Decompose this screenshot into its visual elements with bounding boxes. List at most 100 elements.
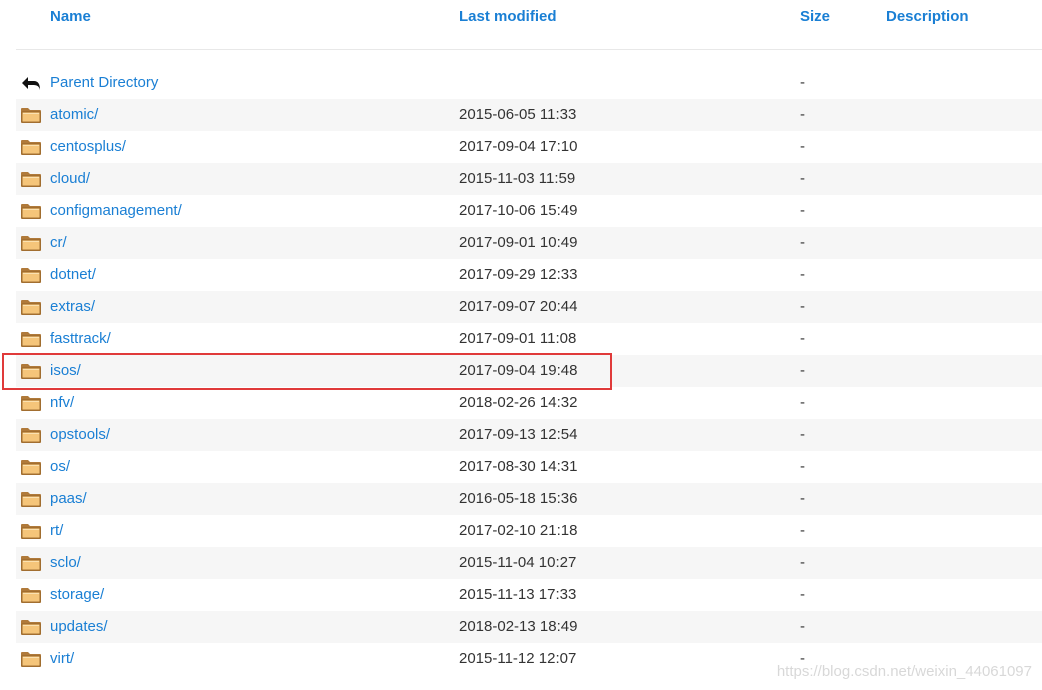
folder-icon — [20, 650, 42, 668]
folder-icon — [20, 266, 42, 284]
sort-by-description-link[interactable]: Description — [886, 8, 969, 26]
folder-icon — [20, 522, 42, 540]
table-row: cloud/2015-11-03 11:59 - — [16, 163, 1042, 195]
entry-name-link[interactable]: isos/ — [50, 362, 81, 380]
table-row: storage/2015-11-13 17:33 - — [16, 579, 1042, 611]
entry-name-link[interactable]: atomic/ — [50, 106, 98, 124]
table-row: dotnet/2017-09-29 12:33 - — [16, 259, 1042, 291]
table-row: rt/2017-02-10 21:18 - — [16, 515, 1042, 547]
entry-last-modified: 2015-11-13 17:33 — [459, 586, 577, 603]
entry-last-modified: 2015-06-05 11:33 — [459, 106, 577, 123]
entry-name-link[interactable]: paas/ — [50, 490, 87, 508]
entry-name-link[interactable]: storage/ — [50, 586, 104, 604]
entry-name-link[interactable]: os/ — [50, 458, 70, 476]
entry-size: - — [800, 554, 805, 571]
entry-name-link[interactable]: opstools/ — [50, 426, 110, 444]
entry-size: - — [800, 202, 805, 219]
directory-table: Parent Directory - atomic/2015-06-05 11:33… — [16, 67, 1042, 675]
entry-last-modified: 2017-09-04 19:48 — [459, 362, 578, 379]
table-row: configmanagement/2017-10-06 15:49 - — [16, 195, 1042, 227]
entry-last-modified: 2017-09-29 12:33 — [459, 266, 578, 283]
sort-by-name-link[interactable]: Name — [50, 8, 91, 26]
table-row: nfv/2018-02-26 14:32 - — [16, 387, 1042, 419]
entry-last-modified: 2017-09-01 10:49 — [459, 234, 578, 251]
entry-size: - — [800, 170, 805, 187]
entry-last-modified: 2017-09-07 20:44 — [459, 298, 578, 315]
table-row: atomic/2015-06-05 11:33 - — [16, 99, 1042, 131]
entry-last-modified: 2015-11-04 10:27 — [459, 554, 577, 571]
parent-directory-row: Parent Directory - — [16, 67, 1042, 99]
folder-icon — [20, 138, 42, 156]
entry-size: - — [800, 330, 805, 347]
table-row: centosplus/2017-09-04 17:10 - — [16, 131, 1042, 163]
entry-size: - — [800, 362, 805, 379]
folder-icon — [20, 234, 42, 252]
entry-size: - — [800, 74, 805, 91]
table-row: isos/2017-09-04 19:48 - — [16, 355, 1042, 387]
header-divider — [16, 49, 1042, 50]
table-row: os/2017-08-30 14:31 - — [16, 451, 1042, 483]
entry-last-modified: 2015-11-12 12:07 — [459, 650, 577, 667]
entry-last-modified: 2018-02-26 14:32 — [459, 394, 578, 411]
entry-size: - — [800, 426, 805, 443]
entry-name-link[interactable]: fasttrack/ — [50, 330, 111, 348]
folder-icon — [20, 330, 42, 348]
listing-header: Name Last modified Size Description — [0, 0, 1042, 34]
entry-last-modified: 2017-10-06 15:49 — [459, 202, 578, 219]
entry-name-link[interactable]: rt/ — [50, 522, 63, 540]
table-row: extras/2017-09-07 20:44 - — [16, 291, 1042, 323]
table-row: opstools/2017-09-13 12:54 - — [16, 419, 1042, 451]
folder-icon — [20, 458, 42, 476]
entry-last-modified: 2017-02-10 21:18 — [459, 522, 578, 539]
folder-icon — [20, 106, 42, 124]
entry-last-modified: 2016-05-18 15:36 — [459, 490, 578, 507]
entry-name-link[interactable]: cloud/ — [50, 170, 90, 188]
folder-icon — [20, 426, 42, 444]
entry-name-link[interactable]: cr/ — [50, 234, 67, 252]
folder-icon — [20, 170, 42, 188]
parent-directory-link[interactable]: Parent Directory — [50, 74, 158, 92]
folder-icon — [20, 202, 42, 220]
entry-size: - — [800, 234, 805, 251]
entry-last-modified: 2018-02-13 18:49 — [459, 618, 578, 635]
folder-icon — [20, 554, 42, 572]
entry-size: - — [800, 394, 805, 411]
entry-name-link[interactable]: updates/ — [50, 618, 108, 636]
entry-name-link[interactable]: dotnet/ — [50, 266, 96, 284]
entry-size: - — [800, 522, 805, 539]
watermark-text: https://blog.csdn.net/weixin_44061097 — [776, 663, 1032, 680]
entry-size: - — [800, 490, 805, 507]
back-arrow-icon — [20, 74, 42, 92]
entry-size: - — [800, 618, 805, 635]
entry-size: - — [800, 298, 805, 315]
table-row: paas/2016-05-18 15:36 - — [16, 483, 1042, 515]
directory-listing-page: Name Last modified Size Description Pare… — [0, 0, 1042, 690]
sort-by-size-link[interactable]: Size — [800, 8, 830, 26]
entry-last-modified: 2017-09-01 11:08 — [459, 330, 577, 347]
sort-by-last-modified-link[interactable]: Last modified — [459, 8, 557, 26]
entry-last-modified: 2015-11-03 11:59 — [459, 170, 576, 187]
folder-icon — [20, 394, 42, 412]
entry-size: - — [800, 586, 805, 603]
folder-icon — [20, 298, 42, 316]
entry-size: - — [800, 266, 805, 283]
entry-size: - — [800, 458, 805, 475]
folder-icon — [20, 618, 42, 636]
table-row: updates/2018-02-13 18:49 - — [16, 611, 1042, 643]
entry-name-link[interactable]: sclo/ — [50, 554, 81, 572]
entry-size: - — [800, 138, 805, 155]
table-row: cr/2017-09-01 10:49 - — [16, 227, 1042, 259]
entry-name-link[interactable]: nfv/ — [50, 394, 74, 412]
entry-last-modified: 2017-08-30 14:31 — [459, 458, 578, 475]
entry-name-link[interactable]: extras/ — [50, 298, 95, 316]
entry-name-link[interactable]: centosplus/ — [50, 138, 126, 156]
folder-icon — [20, 362, 42, 380]
entry-size: - — [800, 106, 805, 123]
entry-name-link[interactable]: configmanagement/ — [50, 202, 182, 220]
table-row: fasttrack/2017-09-01 11:08 - — [16, 323, 1042, 355]
table-row: sclo/2015-11-04 10:27 - — [16, 547, 1042, 579]
entry-name-link[interactable]: virt/ — [50, 650, 74, 668]
folder-icon — [20, 586, 42, 604]
entry-last-modified: 2017-09-04 17:10 — [459, 138, 578, 155]
folder-icon — [20, 490, 42, 508]
